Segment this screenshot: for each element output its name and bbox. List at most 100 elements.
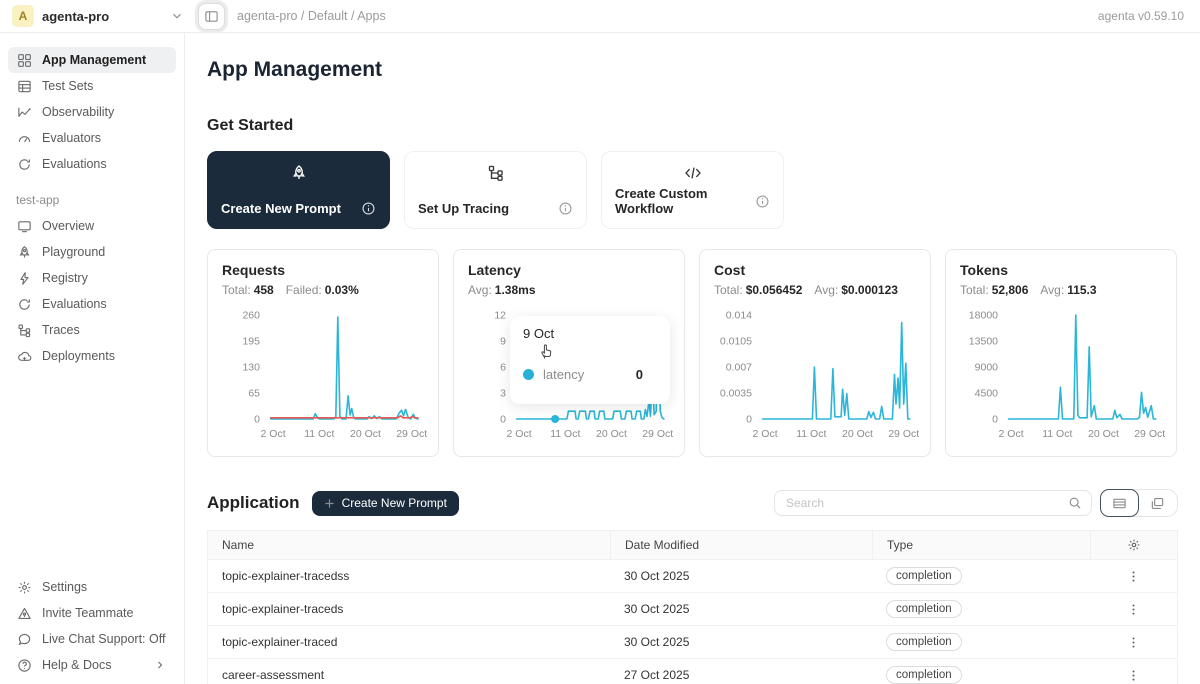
create-new-prompt-button[interactable]: Create New Prompt	[312, 491, 459, 516]
svg-text:20 Oct: 20 Oct	[596, 428, 627, 440]
svg-text:29 Oct: 29 Oct	[888, 428, 919, 440]
sidebar-item-deployments[interactable]: Deployments	[8, 343, 176, 369]
column-header-type[interactable]: Type	[872, 531, 1090, 559]
info-icon[interactable]	[755, 194, 770, 209]
kebab-menu-icon[interactable]	[1127, 636, 1140, 649]
sidebar-item-overview[interactable]: Overview	[8, 213, 176, 239]
table-row[interactable]: topic-explainer-traced 30 Oct 2025 compl…	[208, 626, 1177, 659]
table-row[interactable]: topic-explainer-tracedss 30 Oct 2025 com…	[208, 560, 1177, 593]
monitor-icon	[16, 219, 32, 234]
metric-stat: Avg:$0.000123	[814, 283, 898, 297]
app-name: topic-explainer-tracedss	[208, 569, 610, 583]
sidebar-item-evaluators[interactable]: Evaluators	[8, 125, 176, 151]
svg-text:20 Oct: 20 Oct	[350, 428, 381, 440]
sidebar-item-invite-teammate[interactable]: Invite Teammate	[8, 600, 176, 626]
latency-card: Latency Avg:1.38ms 1296302 Oct11 Oct20 O…	[453, 249, 685, 457]
metric-stat: Avg:115.3	[1040, 283, 1096, 297]
svg-text:0: 0	[746, 414, 752, 426]
svg-text:0.007: 0.007	[726, 362, 752, 374]
sidebar-item-evaluations[interactable]: Evaluations	[8, 151, 176, 177]
svg-text:2 Oct: 2 Oct	[261, 428, 286, 440]
sidebar-item-app-management[interactable]: App Management	[8, 47, 176, 73]
card-label: Set Up Tracing	[418, 201, 509, 216]
metric-stat: Avg:1.38ms	[468, 283, 536, 297]
column-header-name[interactable]: Name	[208, 531, 610, 559]
sidebar-item-test-sets[interactable]: Test Sets	[8, 73, 176, 99]
table-icon	[16, 79, 32, 94]
svg-text:0.0105: 0.0105	[720, 336, 752, 348]
requests-card: Requests Total:458 Failed:0.03% 26019513…	[207, 249, 439, 457]
svg-text:13500: 13500	[969, 336, 998, 348]
sidebar-item-label: Deployments	[42, 349, 115, 363]
svg-text:9: 9	[500, 336, 506, 348]
svg-text:195: 195	[242, 336, 260, 348]
sidebar-item-app-evaluations[interactable]: Evaluations	[8, 291, 176, 317]
sidebar-item-label: Evaluations	[42, 157, 107, 171]
tooltip-date: 9 Oct	[523, 326, 657, 341]
sidebar-item-traces[interactable]: Traces	[8, 317, 176, 343]
sidebar-item-help-docs[interactable]: Help & Docs	[8, 652, 176, 678]
app-name: topic-explainer-traced	[208, 635, 610, 649]
get-started-cards: Create New Prompt Set Up Tracing	[207, 151, 1178, 229]
breadcrumb[interactable]: agenta-pro / Default / Apps	[237, 9, 386, 23]
workspace-selector[interactable]: A agenta-pro	[12, 5, 184, 27]
sidebar-app-section-label: test-app	[8, 193, 176, 207]
metric-stat: Total:$0.056452	[714, 283, 802, 297]
svg-text:0: 0	[254, 414, 260, 426]
svg-text:2 Oct: 2 Oct	[753, 428, 778, 440]
metric-title: Requests	[222, 262, 424, 278]
svg-text:130: 130	[242, 362, 260, 374]
sidebar-toggle-button[interactable]	[198, 3, 225, 30]
cost-chart: 0.0140.01050.0070.003502 Oct11 Oct20 Oct…	[714, 305, 916, 452]
table-settings-gear-icon[interactable]	[1127, 538, 1141, 552]
card-view-button[interactable]	[1138, 490, 1177, 516]
search-input[interactable]	[784, 495, 1068, 511]
svg-text:2 Oct: 2 Oct	[999, 428, 1024, 440]
table-row[interactable]: topic-explainer-traceds 30 Oct 2025 comp…	[208, 593, 1177, 626]
svg-text:20 Oct: 20 Oct	[1088, 428, 1119, 440]
svg-text:2 Oct: 2 Oct	[507, 428, 532, 440]
cloud-up-icon	[16, 349, 32, 364]
sidebar-item-label: Observability	[42, 105, 114, 119]
type-badge: completion	[886, 567, 962, 585]
table-view-button[interactable]	[1100, 489, 1139, 517]
series-dot	[523, 369, 534, 380]
sidebar-item-settings[interactable]: Settings	[8, 574, 176, 600]
sidebar-item-registry[interactable]: Registry	[8, 265, 176, 291]
rocket-icon	[221, 164, 376, 182]
sidebar-item-playground[interactable]: Playground	[8, 239, 176, 265]
main-content: App Management Get Started Create New Pr…	[185, 33, 1200, 684]
kebab-menu-icon[interactable]	[1127, 603, 1140, 616]
refresh-circle-icon	[16, 157, 32, 172]
set-up-tracing-card[interactable]: Set Up Tracing	[404, 151, 587, 229]
tooltip-series-label: latency	[543, 367, 584, 382]
table-row[interactable]: career-assessment 27 Oct 2025 completion	[208, 659, 1177, 684]
help-circle-icon	[16, 658, 32, 673]
kebab-menu-icon[interactable]	[1127, 669, 1140, 682]
create-custom-workflow-card[interactable]: Create Custom Workflow	[601, 151, 784, 229]
type-badge: completion	[886, 666, 962, 684]
kebab-menu-icon[interactable]	[1127, 570, 1140, 583]
tracing-tree-icon	[418, 164, 573, 182]
info-icon[interactable]	[558, 201, 573, 216]
sidebar-item-live-chat[interactable]: Live Chat Support: Off	[8, 626, 176, 652]
tokens-chart: 18000135009000450002 Oct11 Oct20 Oct29 O…	[960, 305, 1162, 452]
view-toggle	[1100, 489, 1178, 517]
svg-text:0.014: 0.014	[726, 310, 752, 322]
chevron-down-icon	[170, 9, 184, 23]
svg-text:6: 6	[500, 362, 506, 374]
metric-cards: Requests Total:458 Failed:0.03% 26019513…	[207, 249, 1178, 457]
lightning-icon	[16, 271, 32, 286]
chevron-right-icon	[152, 659, 168, 671]
metric-title: Tokens	[960, 262, 1162, 278]
sidebar-item-observability[interactable]: Observability	[8, 99, 176, 125]
info-icon[interactable]	[361, 201, 376, 216]
sidebar-item-label: Live Chat Support: Off	[42, 632, 165, 646]
search-icon[interactable]	[1068, 496, 1082, 510]
column-header-date-modified[interactable]: Date Modified	[610, 531, 872, 559]
create-new-prompt-card[interactable]: Create New Prompt	[207, 151, 390, 229]
svg-text:65: 65	[248, 388, 260, 400]
workspace-name: agenta-pro	[42, 9, 162, 24]
requests-chart: 2601951306502 Oct11 Oct20 Oct29 Oct	[222, 305, 424, 452]
gear-icon	[16, 580, 32, 595]
